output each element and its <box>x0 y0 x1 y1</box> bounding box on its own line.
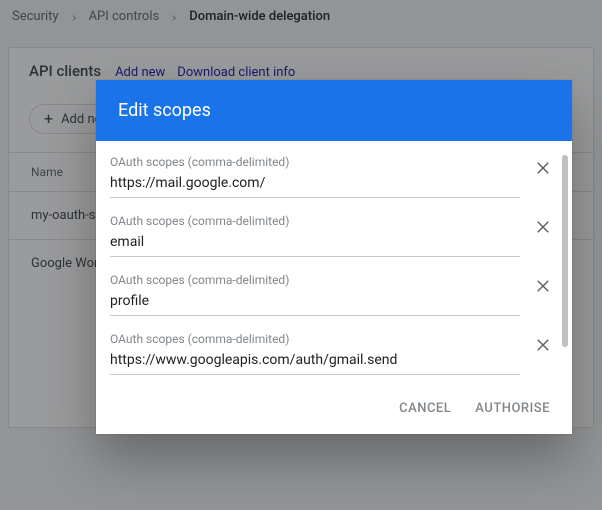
scope-row: OAuth scopes (comma-delimited) <box>110 324 552 383</box>
scope-input-0[interactable] <box>110 171 520 198</box>
modal-body: OAuth scopes (comma-delimited) OAuth sco… <box>96 141 572 383</box>
authorise-button[interactable]: AUTHORISE <box>475 401 550 416</box>
close-icon[interactable] <box>534 277 552 295</box>
scope-input-1[interactable] <box>110 230 520 257</box>
scope-label: OAuth scopes (comma-delimited) <box>110 332 520 346</box>
scope-input-3[interactable] <box>110 348 520 375</box>
scope-row: OAuth scopes (comma-delimited) <box>110 206 552 265</box>
scope-row: OAuth scopes (comma-delimited) <box>110 147 552 206</box>
scope-row: OAuth scopes (comma-delimited) <box>110 265 552 324</box>
close-icon[interactable] <box>534 159 552 177</box>
close-icon[interactable] <box>534 336 552 354</box>
scrollbar-thumb[interactable] <box>562 155 568 347</box>
edit-scopes-modal: Edit scopes OAuth scopes (comma-delimite… <box>96 80 572 434</box>
scope-label: OAuth scopes (comma-delimited) <box>110 214 520 228</box>
scope-label: OAuth scopes (comma-delimited) <box>110 273 520 287</box>
cancel-button[interactable]: CANCEL <box>399 401 451 416</box>
modal-title: Edit scopes <box>96 80 572 141</box>
close-icon[interactable] <box>534 218 552 236</box>
scope-label: OAuth scopes (comma-delimited) <box>110 155 520 169</box>
modal-actions: CANCEL AUTHORISE <box>96 383 572 434</box>
scope-input-2[interactable] <box>110 289 520 316</box>
